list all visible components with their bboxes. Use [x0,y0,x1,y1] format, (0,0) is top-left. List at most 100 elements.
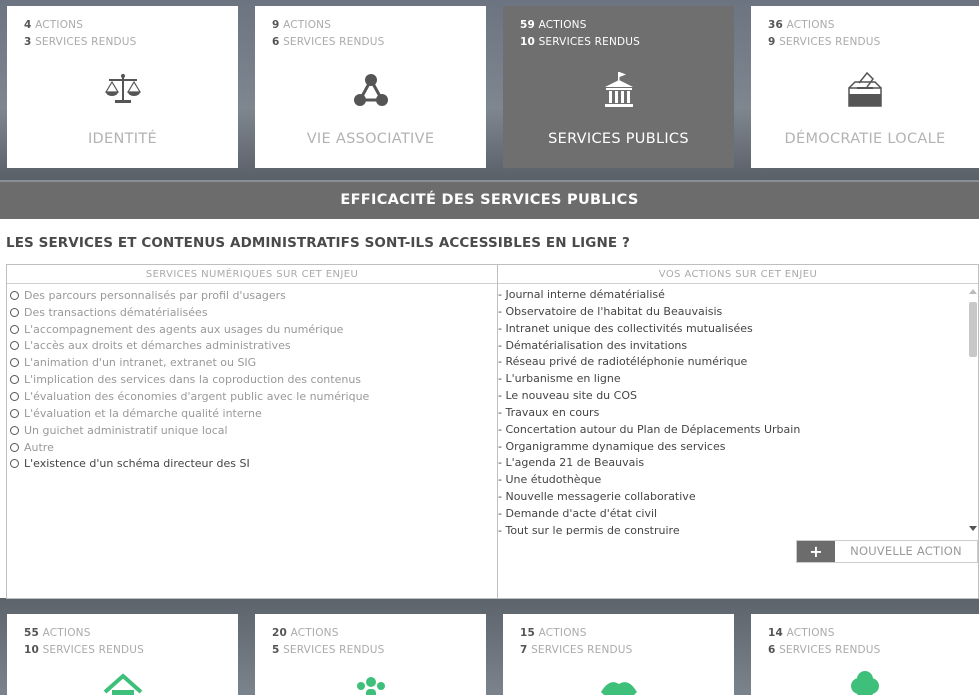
services-label: SERVICES RENDUS [35,36,137,48]
card-counts: 55 ACTIONS 10 SERVICES RENDUS [24,625,144,659]
actions-count: 9 [272,19,280,31]
services-label: SERVICES RENDUS [779,36,881,48]
services-label: SERVICES RENDUS [538,36,641,48]
service-label: L'animation d'un intranet, extranet ou S… [24,356,257,370]
service-label: L'accès aux droits et démarches administ… [24,339,291,353]
service-option[interactable]: Un guichet administratif unique local [7,422,497,439]
category-card-vie-associative[interactable]: 9 ACTIONS 6 SERVICES RENDUS VIE ASSOCIAT… [255,6,486,168]
services-count: 6 [768,644,776,656]
card-counts: 15 ACTIONS 7 SERVICES RENDUS [520,625,633,659]
services-column-header: SERVICES NUMÉRIQUES SUR CET ENJEU [7,265,497,284]
category-card-identite[interactable]: 4 ACTIONS 3 SERVICES RENDUS IDENTITÉ [7,6,238,168]
scroll-up-arrow-icon[interactable] [969,289,977,294]
service-option[interactable]: L'existence d'un schéma directeur des SI [7,455,497,472]
actions-count: 20 [272,627,288,639]
town-hall-icon [604,72,633,107]
scroll-down-arrow-icon[interactable] [969,526,977,531]
service-option[interactable]: L'implication des services dans la copro… [7,371,497,388]
actions-column: VOS ACTIONS SUR CET ENJEU - Journal inte… [498,265,978,598]
action-item[interactable]: - L'agenda 21 de Beauvais [498,456,968,473]
service-option[interactable]: Des parcours personnalisés par profil d'… [7,287,497,304]
card-counts: 14 ACTIONS 6 SERVICES RENDUS [768,625,881,659]
services-list: Des parcours personnalisés par profil d'… [7,284,497,472]
actions-list: - Journal interne dématérialisé - Observ… [498,285,968,535]
radio-icon[interactable] [10,391,19,401]
people-icon [356,677,385,695]
radio-icon[interactable] [10,408,19,418]
card-title: VIE ASSOCIATIVE [306,131,435,147]
radio-icon[interactable] [10,375,19,385]
actions-count: 59 [520,19,536,31]
radio-icon[interactable] [10,425,19,435]
radio-icon[interactable] [10,341,19,351]
house-icon [103,673,142,695]
card-counts: 9 ACTIONS 6 SERVICES RENDUS [272,17,385,51]
action-item[interactable]: - Journal interne dématérialisé [498,288,968,305]
service-label: Des parcours personnalisés par profil d'… [24,288,286,302]
service-label: Un guichet administratif unique local [24,423,228,437]
radio-icon[interactable] [10,307,19,317]
category-card-democratie-locale[interactable]: 36 ACTIONS 9 SERVICES RENDUS DÉMOCRATIE … [751,6,979,168]
action-item[interactable]: - Réseau privé de radiotéléphonie numéri… [498,355,968,372]
action-item[interactable]: - Observatoire de l'habitat du Beauvaisi… [498,305,968,322]
services-label: SERVICES RENDUS [779,644,881,656]
service-option[interactable]: L'évaluation des économies d'argent publ… [7,388,497,405]
new-action-button[interactable]: + NOUVELLE ACTION [796,540,978,563]
radio-icon[interactable] [10,290,19,300]
new-action-label: NOUVELLE ACTION [850,544,962,558]
services-count: 5 [272,644,280,656]
action-item[interactable]: - Le nouveau site du COS [498,389,968,406]
radio-icon[interactable] [10,358,19,368]
action-item[interactable]: - Concertation autour du Plan de Déplace… [498,423,968,440]
service-option[interactable]: L'animation d'un intranet, extranet ou S… [7,354,497,371]
radio-icon[interactable] [10,442,19,452]
action-item[interactable]: - Intranet unique des collectivités mutu… [498,322,968,339]
service-label: Autre [24,440,54,454]
radio-icon[interactable] [10,324,19,334]
actions-count: 15 [520,627,536,639]
actions-count: 4 [24,19,32,31]
services-label: SERVICES RENDUS [42,644,145,656]
bottom-category-cards: 55 ACTIONS 10 SERVICES RENDUS 20 ACTIONS… [7,614,979,695]
network-icon [353,74,388,106]
category-card-social[interactable]: 20 ACTIONS 5 SERVICES RENDUS [255,614,486,695]
service-option[interactable]: L'accès aux droits et démarches administ… [7,338,497,355]
service-option[interactable]: Des transactions dématérialisées [7,304,497,321]
actions-label: ACTIONS [786,19,835,31]
service-option[interactable]: L'accompagnement des agents aux usages d… [7,321,497,338]
category-card-habitat[interactable]: 55 ACTIONS 10 SERVICES RENDUS [7,614,238,695]
action-item[interactable]: - Nouvelle messagerie collaborative [498,490,968,507]
action-item[interactable]: - Tout sur le permis de construire [498,524,968,535]
service-option[interactable]: L'évaluation et la démarche qualité inte… [7,405,497,422]
question-heading: LES SERVICES ET CONTENUS ADMINISTRATIFS … [6,235,630,251]
actions-label: ACTIONS [538,19,587,31]
service-label: Des transactions dématérialisées [24,305,208,319]
card-counts: 20 ACTIONS 5 SERVICES RENDUS [272,625,385,659]
top-category-cards: 4 ACTIONS 3 SERVICES RENDUS IDENTITÉ 9 A… [7,6,979,168]
actions-count: 55 [24,627,40,639]
action-item[interactable]: - L'urbanisme en ligne [498,372,968,389]
radio-icon[interactable] [10,459,19,469]
enjeu-panel: LES SERVICES ET CONTENUS ADMINISTRATIFS … [0,219,979,599]
category-card-partenariat[interactable]: 15 ACTIONS 7 SERVICES RENDUS [503,614,734,695]
services-column: SERVICES NUMÉRIQUES SUR CET ENJEU Des pa… [7,265,498,598]
services-label: SERVICES RENDUS [531,644,633,656]
action-item[interactable]: - Demande d'acte d'état civil [498,507,968,524]
action-item[interactable]: - Dématérialisation des invitations [498,339,968,356]
action-item[interactable]: - Travaux en cours [498,406,968,423]
actions-label: ACTIONS [35,19,84,31]
card-counts: 59 ACTIONS 10 SERVICES RENDUS [520,17,640,51]
handshake-icon [600,682,637,695]
services-label: SERVICES RENDUS [283,36,385,48]
scroll-thumb[interactable] [969,302,977,357]
action-item[interactable]: - Organigramme dynamique des services [498,440,968,457]
category-card-environnement[interactable]: 14 ACTIONS 6 SERVICES RENDUS [751,614,979,695]
services-count: 6 [272,36,280,48]
service-option[interactable]: Autre [7,439,497,456]
actions-label: ACTIONS [283,19,332,31]
actions-scrollbar[interactable] [968,285,978,535]
service-label: L'implication des services dans la copro… [24,373,362,387]
services-actions-table: SERVICES NUMÉRIQUES SUR CET ENJEU Des pa… [6,264,979,599]
action-item[interactable]: - Une étudothèque [498,473,968,490]
category-card-services-publics[interactable]: 59 ACTIONS 10 SERVICES RENDUS SERVICES P… [503,6,734,168]
